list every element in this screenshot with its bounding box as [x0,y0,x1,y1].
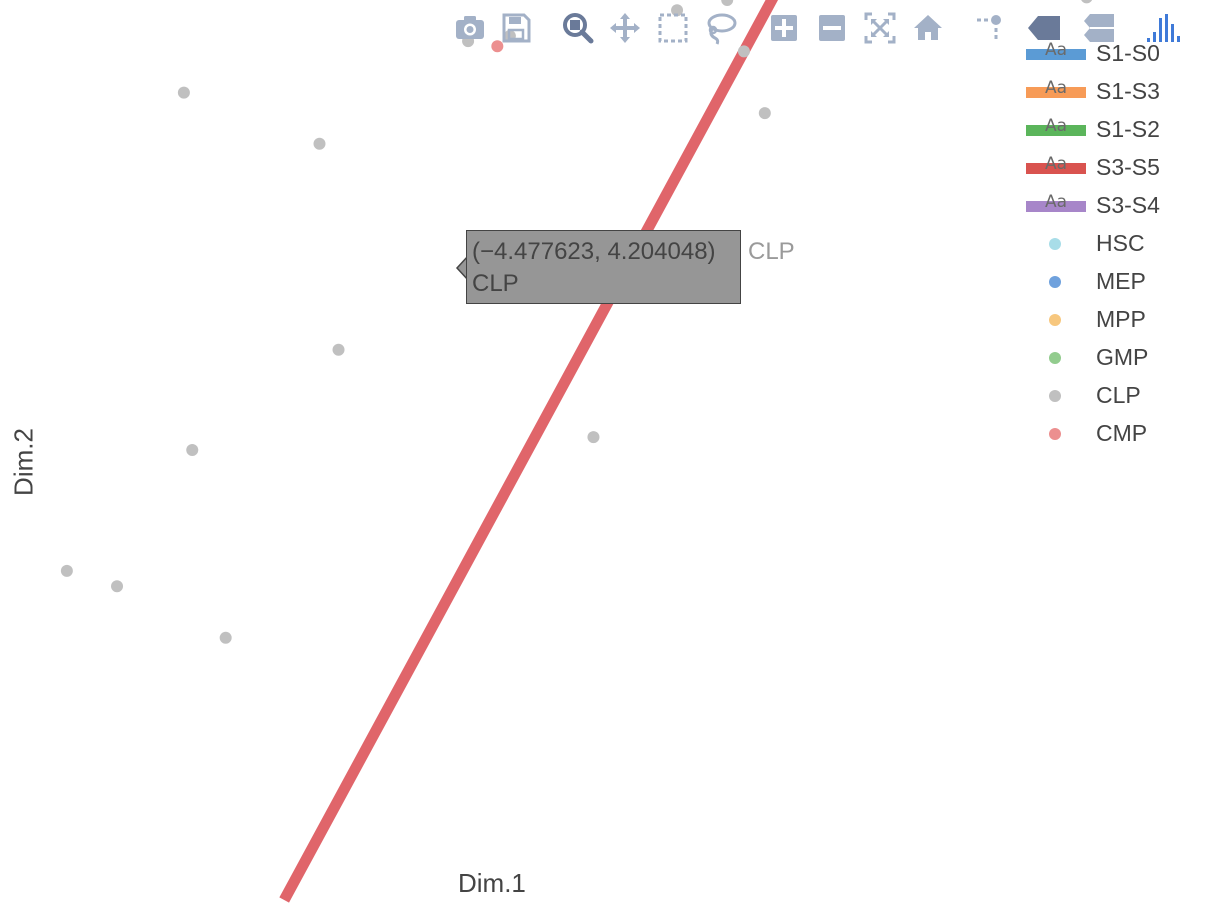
legend-item-s3-s5[interactable]: Aa S3-S5 [1020,150,1210,186]
zoom-in-icon [771,15,797,41]
legend-marker-swatch [1049,390,1061,402]
autoscale-icon [864,12,896,44]
point-clp-9[interactable] [60,564,73,577]
legend-item-hsc[interactable]: HSC [1020,226,1210,262]
legend-marker-swatch [1049,428,1061,440]
legend-text-sample: Aa [1044,116,1068,136]
line-s3-s5[interactable] [279,0,786,903]
legend-marker-swatch [1049,238,1061,250]
legend-label: MPP [1096,306,1146,332]
lasso-icon [707,13,737,45]
legend-item-s1-s3[interactable]: Aa S1-S3 [1020,74,1210,110]
legend-item-mpp[interactable]: MPP [1020,302,1210,338]
tooltip-label: CLP [472,270,519,297]
point-clp-11[interactable] [219,631,232,644]
point-clp-1[interactable] [177,86,190,99]
tooltip-trace-name: CLP [748,238,795,265]
zoom-out-button[interactable] [812,8,852,48]
legend-label: CLP [1096,382,1141,408]
point-clp-0[interactable] [313,137,326,150]
save-icon [502,13,531,43]
camera-button[interactable] [450,8,490,48]
legend-label: S1-S2 [1096,116,1160,142]
legend-item-clp[interactable]: CLP [1020,378,1210,414]
spike-lines-button[interactable] [968,8,1008,48]
legend-marker-swatch [1049,276,1061,288]
trajectory-lines [279,0,786,903]
point-clp-12[interactable] [758,107,771,120]
legend-label: MEP [1096,268,1146,294]
legend-text-sample: Aa [1044,40,1068,60]
save-button[interactable] [496,8,536,48]
legend-item-s1-s0[interactable]: Aa S1-S0 [1020,36,1210,72]
zoom-icon [563,13,594,44]
point-clp-14[interactable] [1081,0,1093,4]
legend-marker-swatch [1049,314,1061,326]
legend-label: CMP [1096,420,1148,446]
legend-text-sample: Aa [1044,192,1068,212]
tooltip-coords: (−4.477623, 4.204048) [472,238,716,265]
legend-item-gmp[interactable]: GMP [1020,340,1210,376]
x-axis-title: Dim.1 [458,868,526,898]
home-button[interactable] [908,8,948,48]
point-clp-10[interactable] [111,580,124,593]
point-clp-13[interactable] [721,0,734,6]
y-axis-title: Dim.2 [8,428,39,496]
pan-button[interactable] [605,8,645,48]
lasso-button[interactable] [701,8,741,48]
zoom-out-icon [819,15,845,41]
box-select-button[interactable] [653,8,693,48]
spike-lines-icon [977,15,1001,39]
camera-icon [456,16,484,39]
legend-label: HSC [1096,230,1145,256]
point-clp-6[interactable] [332,343,345,356]
legend-item-mep[interactable]: MEP [1020,264,1210,300]
legend-label: S3-S4 [1096,192,1160,218]
legend-item-cmp[interactable]: CMP [1020,416,1210,452]
point-clp-7[interactable] [186,444,199,456]
autoscale-button[interactable] [860,8,900,48]
legend-label: S3-S5 [1096,154,1160,180]
legend-label: S1-S0 [1096,40,1160,66]
home-icon [914,15,942,40]
point-clp-8[interactable] [587,431,600,444]
legend-label: GMP [1096,344,1149,370]
box-select-icon [658,13,688,43]
legend-text-sample: Aa [1044,154,1068,174]
legend-marker-swatch [1049,352,1061,364]
legend-text-sample: Aa [1044,78,1068,98]
zoom-in-button[interactable] [764,8,804,48]
legend-label: S1-S3 [1096,78,1160,104]
pan-icon [610,13,640,43]
legend-item-s3-s4[interactable]: Aa S3-S4 [1020,188,1210,224]
legend-item-s1-s2[interactable]: Aa S1-S2 [1020,112,1210,148]
zoom-button[interactable] [558,8,598,48]
